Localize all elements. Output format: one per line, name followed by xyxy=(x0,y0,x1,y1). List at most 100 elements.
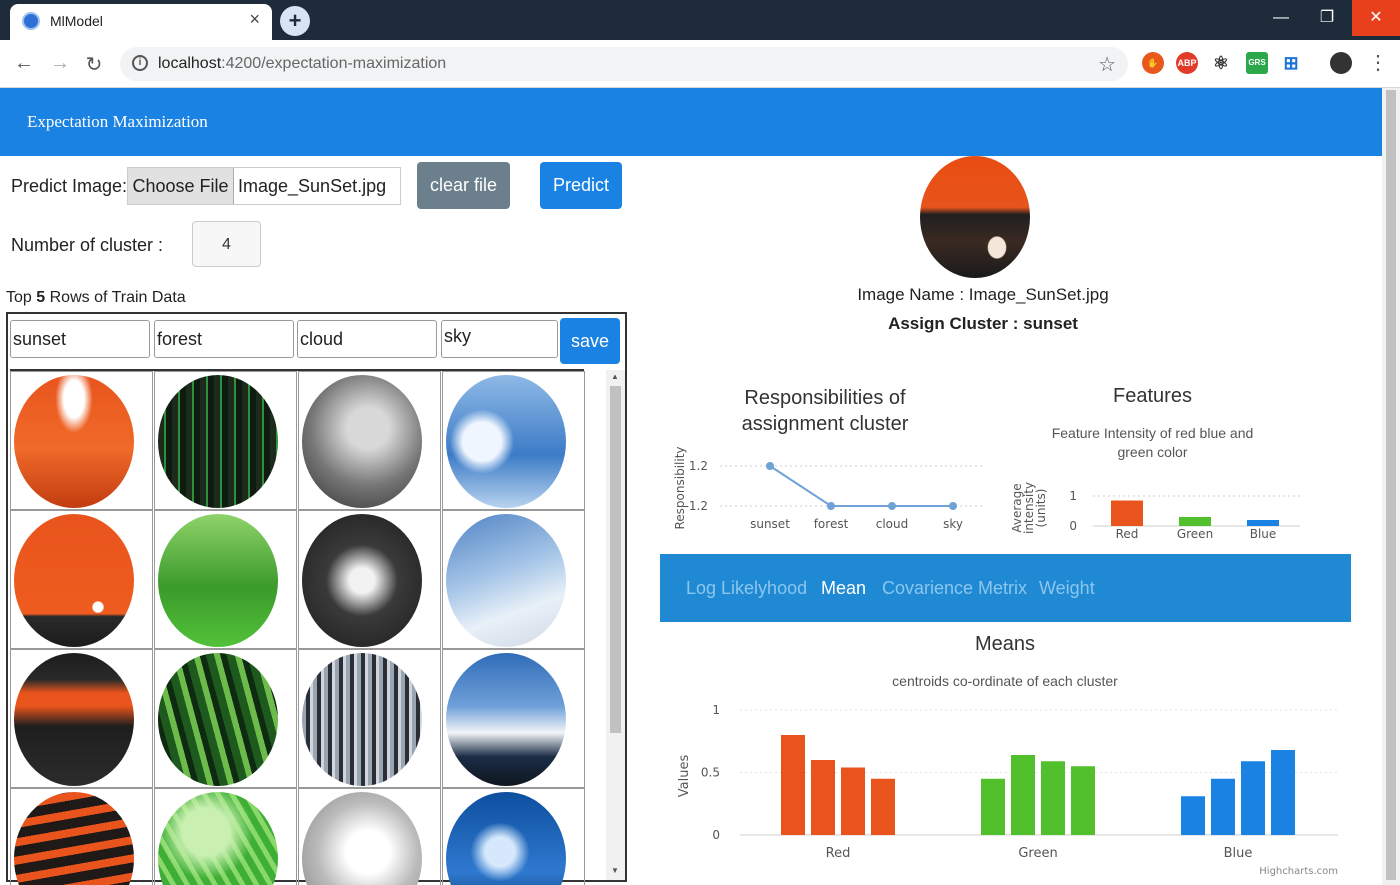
cloud-icon xyxy=(302,653,422,786)
grid-scrollbar[interactable]: ▲ ▼ xyxy=(606,370,625,880)
browser-tab[interactable]: MlModel × xyxy=(10,4,272,40)
info-icon[interactable]: i xyxy=(132,55,148,71)
cluster-count-label: Number of cluster : xyxy=(11,235,164,255)
mean-bar xyxy=(1181,796,1205,835)
clear-file-button[interactable]: clear file xyxy=(417,162,510,209)
tab-log-likelyhood[interactable]: Log Likelyhood xyxy=(686,578,807,599)
mean-bar xyxy=(811,760,835,835)
bookmark-star-icon[interactable]: ☆ xyxy=(1098,52,1116,77)
windows-icon[interactable]: ⊞ xyxy=(1280,52,1302,74)
train-image-cell[interactable] xyxy=(442,510,585,649)
url-text: localhost:4200/expectation-maximization xyxy=(158,55,446,73)
browser-menu-icon[interactable]: ⋮ xyxy=(1368,50,1388,75)
scroll-up-icon[interactable]: ▲ xyxy=(611,372,619,381)
browser-titlebar: MlModel × + — ❐ ✕ xyxy=(0,0,1400,40)
x-tick-label: Green xyxy=(1018,846,1057,861)
hand-extension-icon[interactable]: ✋ xyxy=(1142,52,1164,74)
predict-button[interactable]: Predict xyxy=(540,162,622,209)
navbar: Expectation Maximization xyxy=(0,88,1382,156)
sunset-icon xyxy=(14,653,134,786)
train-image-cell[interactable] xyxy=(10,371,153,510)
sky-icon xyxy=(446,792,566,885)
window-close-icon[interactable]: ✕ xyxy=(1352,0,1400,36)
train-image-cell[interactable] xyxy=(298,649,441,788)
scroll-down-icon[interactable]: ▼ xyxy=(611,866,619,875)
react-devtools-icon[interactable]: ⚛ xyxy=(1210,52,1232,74)
predicted-image xyxy=(920,156,1030,278)
sky-icon xyxy=(446,653,566,786)
forest-icon xyxy=(158,514,278,647)
page: Expectation Maximization Predict Image: … xyxy=(0,88,1382,885)
page-scrollbar[interactable] xyxy=(1382,88,1400,885)
train-image-cell[interactable] xyxy=(10,510,153,649)
y-tick-label: 0 xyxy=(1069,519,1077,533)
sunset-icon xyxy=(14,514,134,647)
means-chart-subtitle: centroids co-ordinate of each cluster xyxy=(892,673,1118,689)
navbar-brand[interactable]: Expectation Maximization xyxy=(27,112,208,132)
x-tick-label: forest xyxy=(814,517,849,531)
tab-covarience-metrix[interactable]: Covarience Metrix xyxy=(882,578,1027,599)
mean-bar xyxy=(1211,778,1235,835)
cluster-count-input[interactable]: 4 xyxy=(192,221,261,267)
forest-icon xyxy=(158,653,278,786)
responsibility-title-line1: Responsibilities of xyxy=(744,387,906,409)
y-axis-label: Responsibility xyxy=(673,446,687,529)
predict-image-label: Predict Image: xyxy=(11,176,128,196)
cloud-icon xyxy=(302,514,422,647)
mean-bar xyxy=(981,778,1005,835)
y-tick-label: 1 xyxy=(1069,489,1077,503)
responsibility-point xyxy=(827,502,835,510)
train-image-cell[interactable] xyxy=(154,510,297,649)
y-tick-label: 0 xyxy=(712,828,720,842)
address-bar[interactable]: i localhost:4200/expectation-maximizatio… xyxy=(120,47,1128,81)
favicon-icon xyxy=(22,12,40,30)
restore-icon[interactable]: ❐ xyxy=(1304,0,1350,36)
reload-icon[interactable]: ↻ xyxy=(82,52,106,77)
mean-bar xyxy=(1041,761,1065,835)
sunset-icon xyxy=(14,375,134,508)
choose-file-button[interactable]: Choose File xyxy=(128,168,234,204)
train-image-cell[interactable] xyxy=(442,371,585,510)
x-tick-label: Red xyxy=(1116,527,1139,540)
feature-bar xyxy=(1179,517,1211,526)
feature-bar xyxy=(1111,500,1143,526)
tab-weight[interactable]: Weight xyxy=(1039,578,1095,599)
mean-bar xyxy=(1241,761,1265,835)
highcharts-credits: Highcharts.com xyxy=(1259,866,1338,877)
adblock-icon[interactable]: ABP xyxy=(1176,52,1198,74)
forward-icon[interactable]: → xyxy=(48,52,72,75)
train-image-cell[interactable] xyxy=(442,788,585,885)
responsibility-point xyxy=(766,462,774,470)
train-data-panel: sunset forest cloud sky save ▲ ▼ xyxy=(6,312,627,885)
train-image-cell[interactable] xyxy=(298,788,441,885)
train-image-cell[interactable] xyxy=(154,788,297,885)
minimize-icon[interactable]: — xyxy=(1258,0,1304,36)
train-image-cell[interactable] xyxy=(298,371,441,510)
responsibility-series-line xyxy=(769,465,953,507)
url-path: :4200/expectation-maximization xyxy=(221,55,447,72)
forest-icon xyxy=(158,375,278,508)
train-image-cell[interactable] xyxy=(298,510,441,649)
file-input[interactable]: Choose File Image_SunSet.jpg xyxy=(127,167,401,205)
y-axis-label: (units) xyxy=(1034,489,1048,528)
new-tab-icon[interactable]: + xyxy=(280,6,310,36)
back-icon[interactable]: ← xyxy=(12,52,36,75)
train-image-cell[interactable] xyxy=(154,649,297,788)
close-tab-icon[interactable]: × xyxy=(249,9,260,30)
train-image-cell[interactable] xyxy=(442,649,585,788)
x-tick-label: Red xyxy=(826,846,851,861)
train-image-cell[interactable] xyxy=(154,371,297,510)
train-image-cell[interactable] xyxy=(10,649,153,788)
mean-bar xyxy=(1071,766,1095,835)
tab-mean[interactable]: Mean xyxy=(821,578,866,599)
page-scrollbar-thumb[interactable] xyxy=(1386,90,1396,880)
grs-extension-icon[interactable]: GRS xyxy=(1246,52,1268,74)
y-tick-label: 1 xyxy=(712,703,720,717)
train-image-cell[interactable] xyxy=(10,788,153,885)
y-tick-label: 0.5 xyxy=(701,766,720,780)
scrollbar-thumb[interactable] xyxy=(610,386,621,733)
features-chart-subtitle: Feature Intensity of red blue and green … xyxy=(1030,424,1275,462)
profile-avatar[interactable] xyxy=(1330,52,1352,74)
assigned-cluster: Assign Cluster : sunset xyxy=(888,314,1078,333)
results-tabs: Log Likelyhood Mean Covarience Metrix We… xyxy=(660,554,1351,622)
